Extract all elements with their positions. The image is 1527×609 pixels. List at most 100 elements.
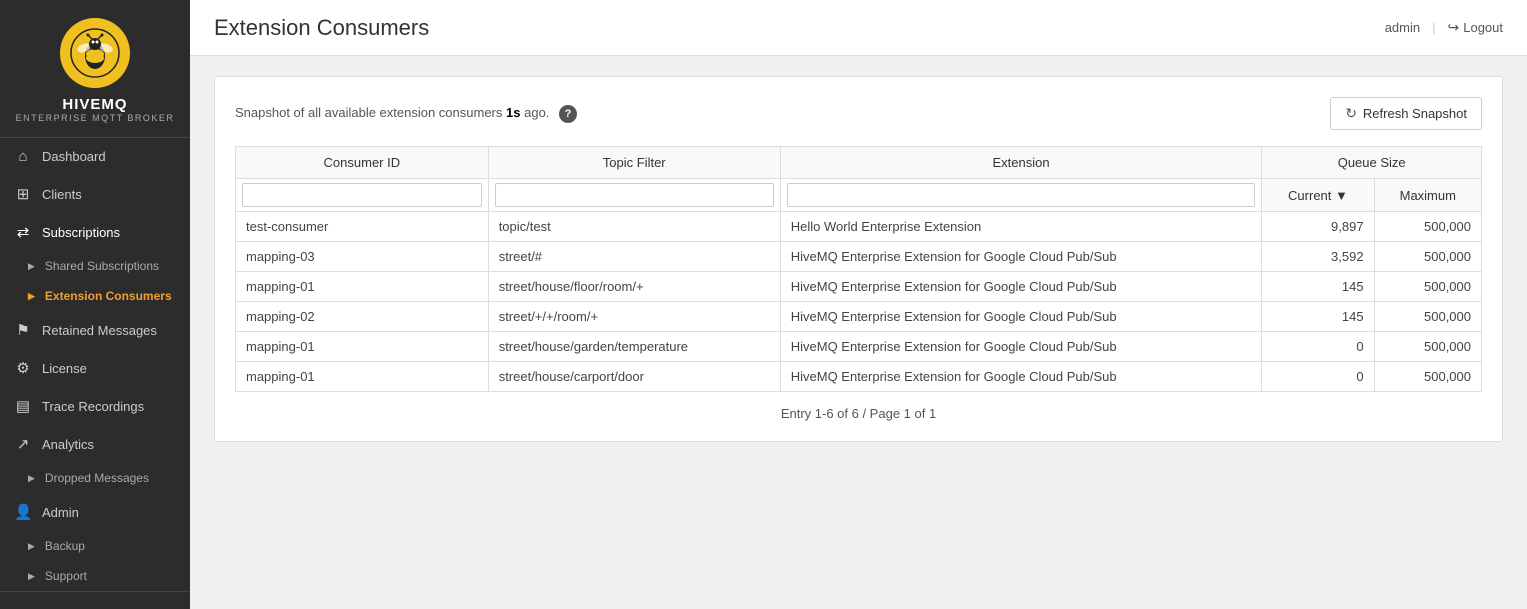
cell-current: 0 [1262,362,1374,392]
cell-topic-filter: street/house/floor/room/+ [488,272,780,302]
help-tooltip-icon[interactable]: ? [559,105,577,123]
cell-consumer-id: mapping-03 [236,242,489,272]
snapshot-suffix: ago. [524,105,549,120]
backup-label: Backup [45,539,85,553]
main-area: Extension Consumers admin | ↪ Logout Sna… [190,0,1527,609]
dropped-messages-label: Dropped Messages [45,471,149,485]
table-row: mapping-01street/house/floor/room/+HiveM… [236,272,1482,302]
cell-consumer-id: mapping-01 [236,332,489,362]
cell-consumer-id: mapping-02 [236,302,489,332]
pagination-info: Entry 1-6 of 6 / Page 1 of 1 [235,406,1482,421]
sidebar-item-help[interactable]: ? Help [0,602,190,609]
sidebar-item-clients[interactable]: ⊞ Clients [0,175,190,213]
arrow-icon-5: ▶ [28,571,35,582]
arrow-icon: ▶ [28,261,35,272]
col-current-header[interactable]: Current ▼ [1262,179,1374,212]
logout-label: Logout [1463,20,1503,35]
brand-subtitle: ENTERPRISE MQTT BROKER [16,113,175,123]
cell-maximum: 500,000 [1374,362,1481,392]
col-maximum-header[interactable]: Maximum [1374,179,1481,212]
cell-current: 145 [1262,272,1374,302]
refresh-snapshot-button[interactable]: ↻ Refresh Snapshot [1330,97,1482,130]
sidebar-sub-support[interactable]: ▶ Support [0,561,190,591]
arrow-icon-4: ▶ [28,541,35,552]
sidebar-item-analytics-label: Analytics [42,437,94,452]
cell-extension: HiveMQ Enterprise Extension for Google C… [780,332,1262,362]
table-row: mapping-01street/house/garden/temperatur… [236,332,1482,362]
cell-maximum: 500,000 [1374,272,1481,302]
sidebar-item-subscriptions[interactable]: ⇄ Subscriptions [0,213,190,251]
sidebar-item-subscriptions-label: Subscriptions [42,225,120,240]
col-extension[interactable]: Extension [780,147,1262,179]
snapshot-prefix: Snapshot of all available extension cons… [235,105,502,120]
sidebar-item-analytics[interactable]: ↗ Analytics [0,425,190,463]
sidebar-item-admin-label: Admin [42,505,79,520]
col-topic-filter[interactable]: Topic Filter [488,147,780,179]
clients-icon: ⊞ [14,185,32,203]
refresh-icon: ↻ [1345,105,1357,122]
cell-topic-filter: topic/test [488,212,780,242]
extension-consumers-label: Extension Consumers [45,289,172,303]
sidebar-item-dashboard-label: Dashboard [42,149,106,164]
sidebar-item-license-label: License [42,361,87,376]
extension-consumers-card: Snapshot of all available extension cons… [214,76,1503,442]
col-consumer-id[interactable]: Consumer ID [236,147,489,179]
shared-subscriptions-label: Shared Subscriptions [45,259,159,273]
admin-icon: 👤 [14,503,32,521]
content-area: Snapshot of all available extension cons… [190,56,1527,609]
filter-consumer-id-input[interactable] [242,183,482,207]
sidebar-sub-backup[interactable]: ▶ Backup [0,531,190,561]
cell-extension: HiveMQ Enterprise Extension for Google C… [780,272,1262,302]
filter-extension-input[interactable] [787,183,1256,207]
sidebar-item-retained-messages[interactable]: ⚑ Retained Messages [0,311,190,349]
table-row: mapping-01street/house/carport/doorHiveM… [236,362,1482,392]
cell-maximum: 500,000 [1374,242,1481,272]
license-icon: ⚙ [14,359,32,377]
cell-consumer-id: mapping-01 [236,272,489,302]
sidebar-item-license[interactable]: ⚙ License [0,349,190,387]
cell-current: 9,897 [1262,212,1374,242]
logout-arrow-icon: ↪ [1448,19,1460,36]
table-row: mapping-02street/+/+/room/+HiveMQ Enterp… [236,302,1482,332]
cell-topic-filter: street/house/garden/temperature [488,332,780,362]
sidebar-bottom: ? Help [0,591,190,609]
logo-area: HIVEMQ ENTERPRISE MQTT BROKER [0,0,190,138]
dashboard-icon: ⌂ [14,148,32,165]
filter-topic-filter-input[interactable] [495,183,774,207]
cell-current: 3,592 [1262,242,1374,272]
analytics-icon: ↗ [14,435,32,453]
page-title: Extension Consumers [214,15,429,41]
cell-maximum: 500,000 [1374,302,1481,332]
filter-topic-filter-header [488,179,780,212]
username-label: admin [1385,20,1420,35]
cell-maximum: 500,000 [1374,212,1481,242]
sidebar-item-dashboard[interactable]: ⌂ Dashboard [0,138,190,175]
sidebar-sub-shared-subscriptions[interactable]: ▶ Shared Subscriptions [0,251,190,281]
extension-consumers-table: Consumer ID Topic Filter Extension Queue… [235,146,1482,392]
sidebar-item-admin[interactable]: 👤 Admin [0,493,190,531]
logout-button[interactable]: ↪ Logout [1448,19,1504,36]
cell-consumer-id: test-consumer [236,212,489,242]
cell-extension: HiveMQ Enterprise Extension for Google C… [780,302,1262,332]
cell-topic-filter: street/house/carport/door [488,362,780,392]
sidebar-sub-dropped-messages[interactable]: ▶ Dropped Messages [0,463,190,493]
sidebar-sub-extension-consumers[interactable]: ▶ Extension Consumers [0,281,190,311]
sidebar-item-retained-messages-label: Retained Messages [42,323,157,338]
logo-icon [60,18,130,88]
sidebar-item-clients-label: Clients [42,187,82,202]
cell-current: 145 [1262,302,1374,332]
cell-extension: HiveMQ Enterprise Extension for Google C… [780,362,1262,392]
arrow-icon-3: ▶ [28,473,35,484]
filter-extension-header [780,179,1262,212]
trace-recordings-icon: ▤ [14,397,32,415]
support-label: Support [45,569,87,583]
subscriptions-icon: ⇄ [14,223,32,241]
snapshot-age: 1s [506,105,520,120]
pagination-text: Entry 1-6 of 6 / Page 1 of 1 [781,406,936,421]
table-body: test-consumertopic/testHello World Enter… [236,212,1482,392]
sidebar-item-trace-recordings[interactable]: ▤ Trace Recordings [0,387,190,425]
snapshot-text: Snapshot of all available extension cons… [235,105,577,123]
divider: | [1432,20,1435,35]
cell-topic-filter: street/+/+/room/+ [488,302,780,332]
col-queue-size: Queue Size [1262,147,1482,179]
